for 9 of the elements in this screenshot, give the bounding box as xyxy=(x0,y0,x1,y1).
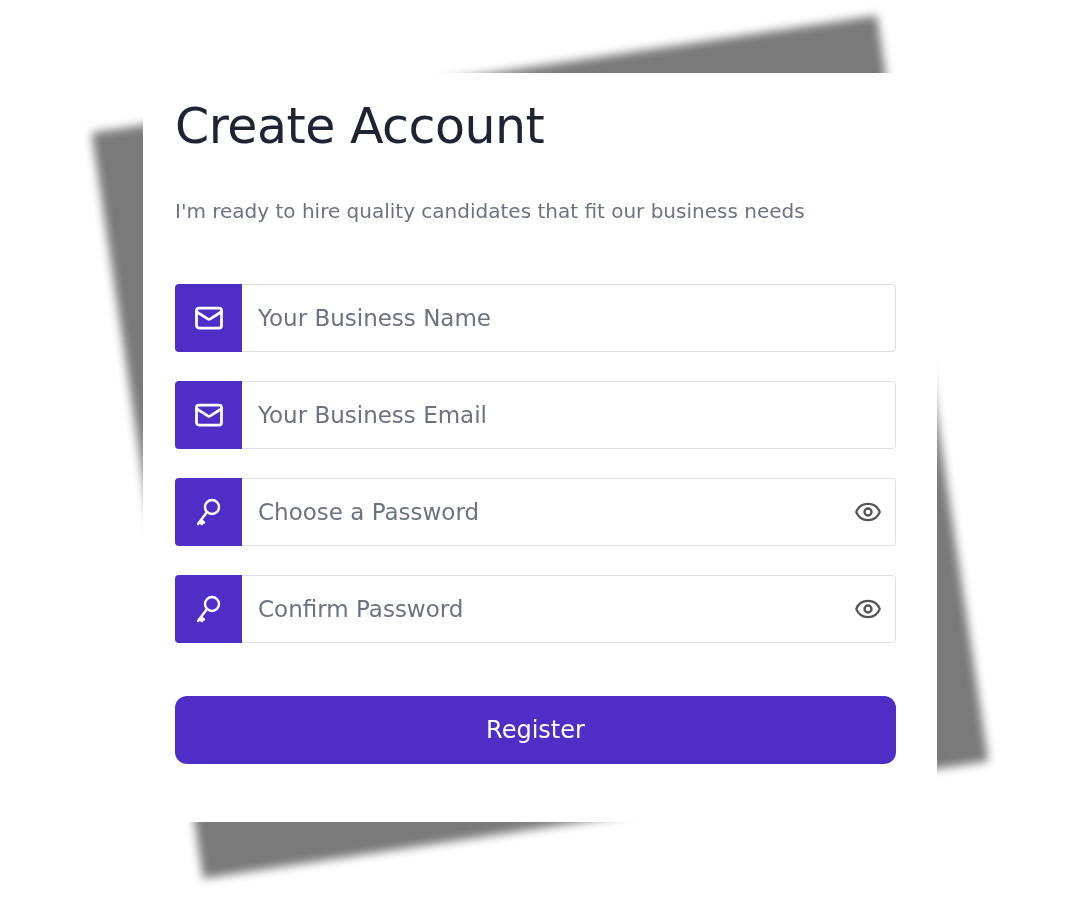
input-field[interactable]: Your Business Email xyxy=(242,381,896,449)
password-field[interactable]: Choose a Password xyxy=(242,478,896,546)
input-field[interactable]: Your Business Name xyxy=(242,284,896,352)
register-button[interactable]: Register xyxy=(175,696,896,764)
key-icon xyxy=(194,497,223,527)
key-icon xyxy=(194,594,223,624)
password-field[interactable]: Confirm Password xyxy=(242,575,896,643)
page-title: Create Account xyxy=(175,97,546,157)
subtitle: I'm ready to hire quality candidates that fit our business needs xyxy=(175,198,806,225)
